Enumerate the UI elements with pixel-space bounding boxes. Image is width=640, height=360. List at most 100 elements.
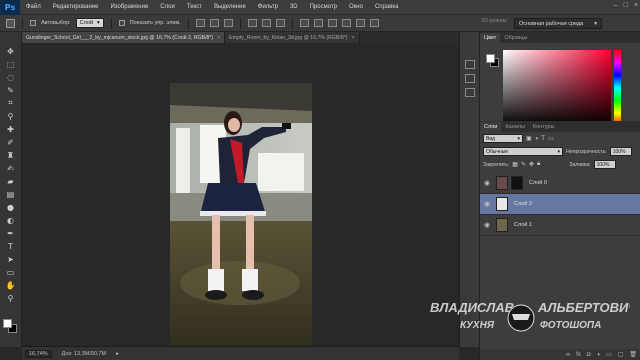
brush-tool-icon[interactable]: ✐	[4, 137, 17, 147]
shape-tool-icon[interactable]: ▭	[4, 267, 17, 277]
distribute-icon[interactable]	[327, 19, 337, 27]
eye-icon[interactable]: ◉	[480, 200, 494, 208]
menu-edit[interactable]: Редактирование	[47, 4, 105, 10]
chevron-down-icon: ▾	[594, 20, 597, 27]
document-image[interactable]	[170, 83, 312, 359]
menu-3d[interactable]: 3D	[284, 4, 304, 10]
eraser-tool-icon[interactable]: ▰	[4, 176, 17, 186]
tab-paths[interactable]: Контуры	[529, 122, 559, 132]
properties-panel-icon[interactable]	[465, 74, 475, 83]
opacity-field[interactable]: 100%	[609, 147, 632, 156]
layer-row-sloy-0[interactable]: ◉ Слой 0	[480, 173, 640, 194]
menu-type[interactable]: Текст	[181, 4, 208, 10]
blend-row: Обычные ▾ Непрозрачность: 100%	[480, 145, 640, 158]
align-right-icon[interactable]	[275, 19, 285, 27]
menu-help[interactable]: Справка	[369, 4, 405, 10]
tab-empty-room[interactable]: Empty_Room_by_Kirlan_3d.jpg @ 16,7% (RGB…	[225, 32, 360, 43]
layer-row-sloy-1[interactable]: ◉ Слой 1	[480, 215, 640, 236]
lock-transparent-icon[interactable]: ▦	[512, 161, 518, 168]
close-button[interactable]: ×	[634, 2, 638, 9]
workspace-dropdown[interactable]: Основная рабочая среда ▾	[514, 18, 602, 29]
distribute-icon[interactable]	[369, 19, 379, 27]
move-tool-icon[interactable]: ✥	[4, 46, 17, 56]
close-icon[interactable]: ×	[351, 35, 354, 41]
stamp-tool-icon[interactable]: ♜	[4, 150, 17, 160]
menu-window[interactable]: Окно	[343, 4, 369, 10]
text-tool-icon[interactable]: T	[4, 241, 17, 251]
history-brush-tool-icon[interactable]: ✍	[4, 163, 17, 173]
autoselect-dropdown[interactable]: Слой ▾	[75, 18, 104, 28]
history-panel-icon[interactable]	[465, 60, 475, 69]
path-select-tool-icon[interactable]: ➤	[4, 254, 17, 264]
move-tool-preset-icon[interactable]	[6, 18, 15, 28]
fx-icon[interactable]: fx	[576, 352, 581, 358]
filter-adjustment-icon[interactable]: ◑	[535, 136, 539, 142]
menu-filter[interactable]: Фильтр	[252, 4, 284, 10]
menu-file[interactable]: Файл	[20, 4, 47, 10]
healing-tool-icon[interactable]: ✚	[4, 124, 17, 134]
tab-swatches[interactable]: Образцы	[500, 33, 531, 43]
fill-field[interactable]: 100%	[593, 160, 616, 169]
hand-tool-icon[interactable]: ✋	[4, 280, 17, 290]
marquee-tool-icon[interactable]: ⬚	[4, 59, 17, 69]
close-icon[interactable]: ×	[217, 35, 220, 41]
layer-mask-thumbnail[interactable]	[511, 176, 523, 190]
filter-pixel-icon[interactable]: ▣	[526, 135, 532, 142]
pen-tool-icon[interactable]: ✒	[4, 228, 17, 238]
align-center-icon[interactable]	[261, 19, 271, 27]
eye-icon[interactable]: ◉	[480, 179, 494, 187]
menu-view[interactable]: Просмотр	[304, 4, 343, 10]
lock-all-icon[interactable]: 🔒︎	[537, 161, 540, 168]
align-bottom-icon[interactable]	[223, 19, 233, 27]
maximize-button[interactable]: □	[624, 2, 628, 9]
canvas-area[interactable]	[22, 43, 459, 359]
blend-mode-dropdown[interactable]: Обычные ▾	[483, 147, 563, 156]
show-controls-checkbox[interactable]	[118, 20, 125, 26]
filter-text-icon[interactable]: T	[541, 136, 545, 142]
info-panel-icon[interactable]	[465, 88, 475, 97]
lock-move-icon[interactable]: ✥	[529, 161, 534, 168]
distribute-icon[interactable]	[355, 19, 365, 27]
dodge-tool-icon[interactable]: ◐	[4, 215, 17, 225]
zoom-tool-icon[interactable]: ⚲	[4, 293, 17, 303]
menu-select[interactable]: Выделение	[208, 4, 252, 10]
gradient-tool-icon[interactable]: ▤	[4, 189, 17, 199]
chevron-right-icon[interactable]: ▸	[116, 351, 119, 357]
align-top-icon[interactable]	[195, 19, 205, 27]
hue-slider[interactable]	[614, 50, 621, 126]
mask-icon[interactable]: ◘	[587, 352, 591, 358]
layer-kind-dropdown[interactable]: Вид ▾	[483, 134, 523, 143]
menu-layers[interactable]: Слои	[154, 4, 181, 10]
tab-gunslinger[interactable]: Gunslinger_School_Girl___2_by_mjcanum_st…	[22, 32, 226, 43]
autoselect-checkbox[interactable]	[30, 20, 36, 26]
layer-row-sloy-2[interactable]: ◉ Слой 2	[480, 194, 640, 215]
filter-shape-icon[interactable]: ▭	[548, 135, 554, 142]
lock-brush-icon[interactable]: ✎	[521, 161, 526, 168]
quick-select-tool-icon[interactable]: ✎	[4, 85, 17, 95]
color-spectrum-field[interactable]	[503, 50, 611, 126]
tab-channels[interactable]: Каналы	[501, 122, 529, 132]
adjustment-icon[interactable]: ◑	[596, 352, 600, 358]
foreground-color-swatch[interactable]	[3, 319, 12, 328]
lock-row: Закрепить: ▦ ✎ ✥ 🔒︎ Заливка: 100%	[480, 158, 640, 171]
align-middle-icon[interactable]	[209, 19, 219, 27]
minimize-button[interactable]: –	[614, 2, 618, 9]
blur-tool-icon[interactable]: ●	[4, 202, 17, 212]
foreground-color-swatch[interactable]	[486, 54, 495, 63]
new-layer-icon[interactable]: ▢	[618, 351, 624, 358]
menu-image[interactable]: Изображение	[104, 4, 154, 10]
tab-color[interactable]: Цвет	[480, 33, 501, 43]
trash-icon[interactable]: 🗑︎	[629, 351, 637, 358]
distribute-icon[interactable]	[313, 19, 323, 27]
distribute-icon[interactable]	[341, 19, 351, 27]
link-icon[interactable]: ∞	[566, 352, 570, 358]
distribute-icon[interactable]	[299, 19, 309, 27]
crop-tool-icon[interactable]: ⌗	[4, 98, 17, 108]
folder-icon[interactable]: ▭	[606, 351, 612, 358]
align-left-icon[interactable]	[247, 19, 257, 27]
eyedropper-tool-icon[interactable]: ⚲	[4, 111, 17, 121]
lasso-tool-icon[interactable]: ◌	[4, 72, 17, 82]
tab-layers[interactable]: Слои	[480, 122, 502, 132]
zoom-field[interactable]: 16,74%	[25, 349, 52, 358]
eye-icon[interactable]: ◉	[480, 221, 494, 229]
